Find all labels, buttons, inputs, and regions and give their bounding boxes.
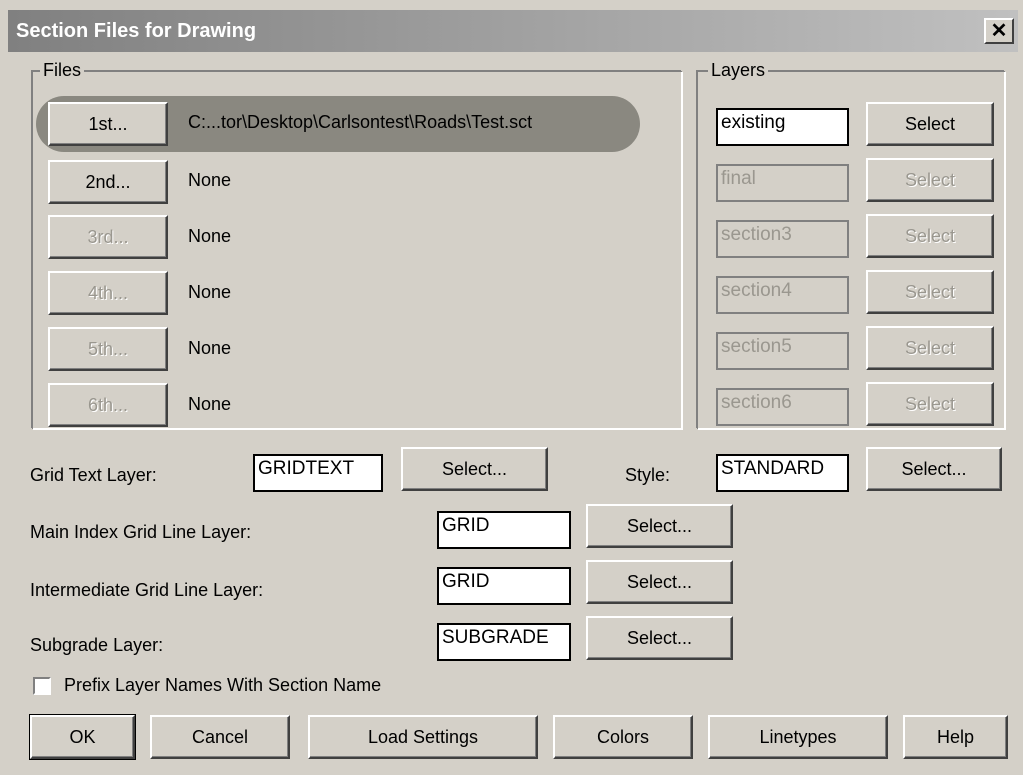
ok-button[interactable]: OK: [29, 714, 136, 760]
help-button[interactable]: Help: [903, 715, 1008, 759]
grid-text-layer-select-button[interactable]: Select...: [401, 447, 548, 491]
style-field[interactable]: STANDARD: [716, 454, 849, 492]
file-5th-path: None: [188, 338, 232, 358]
load-settings-label: Load Settings: [367, 726, 479, 747]
window-title: Section Files for Drawing: [16, 20, 257, 42]
file-1st-button[interactable]: 1st...: [48, 102, 168, 146]
layer-2-field[interactable]: final: [716, 164, 849, 202]
file-3rd-button[interactable]: 3rd...: [48, 215, 168, 259]
prefix-layer-names-checkbox[interactable]: [33, 677, 51, 695]
grid-text-layer-field[interactable]: GRIDTEXT: [253, 454, 383, 492]
title-bar[interactable]: Section Files for Drawing ✕: [8, 10, 1018, 52]
layer-5-select-label: Select: [904, 337, 956, 358]
style-label: Style:: [625, 465, 671, 485]
layer-2-select-label: Select: [904, 169, 956, 190]
file-4th-button-label: 4th...: [87, 282, 129, 303]
cancel-button[interactable]: Cancel: [150, 715, 290, 759]
subgrade-layer-label: Subgrade Layer:: [30, 635, 164, 655]
file-6th-button-label: 6th...: [87, 394, 129, 415]
colors-label: Colors: [596, 726, 649, 747]
linetypes-button[interactable]: Linetypes: [708, 715, 888, 759]
help-label: Help: [936, 726, 975, 747]
close-icon: ✕: [990, 20, 1008, 42]
load-settings-button[interactable]: Load Settings: [308, 715, 538, 759]
style-select-button[interactable]: Select...: [866, 447, 1002, 491]
file-3rd-path: None: [188, 226, 232, 246]
file-2nd-path: None: [188, 170, 232, 190]
intermediate-grid-line-layer-select-button[interactable]: Select...: [586, 560, 733, 604]
intermediate-grid-line-layer-label: Intermediate Grid Line Layer:: [30, 580, 264, 600]
colors-button[interactable]: Colors: [553, 715, 693, 759]
layer-4-select-button[interactable]: Select: [866, 270, 994, 314]
layer-6-field[interactable]: section6: [716, 388, 849, 426]
file-2nd-button[interactable]: 2nd...: [48, 160, 168, 204]
main-index-grid-line-layer-select-button[interactable]: Select...: [586, 504, 733, 548]
layer-5-select-button[interactable]: Select: [866, 326, 994, 370]
layer-1-select-button[interactable]: Select: [866, 102, 994, 146]
prefix-layer-names-label[interactable]: Prefix Layer Names With Section Name: [64, 675, 381, 696]
main-index-select-label: Select...: [626, 515, 693, 536]
file-5th-button[interactable]: 5th...: [48, 327, 168, 371]
file-4th-button[interactable]: 4th...: [48, 271, 168, 315]
layer-5-field[interactable]: section5: [716, 332, 849, 370]
main-index-grid-line-layer-field[interactable]: GRID: [437, 511, 571, 549]
layer-3-select-button[interactable]: Select: [866, 214, 994, 258]
close-button[interactable]: ✕: [984, 18, 1014, 44]
files-legend: Files: [40, 60, 85, 81]
linetypes-label: Linetypes: [759, 726, 837, 747]
file-2nd-button-label: 2nd...: [85, 171, 131, 192]
file-3rd-button-label: 3rd...: [87, 226, 129, 247]
subgrade-layer-field[interactable]: SUBGRADE: [437, 623, 571, 661]
ok-label: OK: [69, 726, 96, 747]
grid-text-layer-select-label: Select...: [441, 458, 508, 479]
layer-1-select-label: Select: [904, 113, 956, 134]
layer-6-select-button[interactable]: Select: [866, 382, 994, 426]
file-6th-path: None: [188, 394, 232, 414]
subgrade-layer-select-button[interactable]: Select...: [586, 616, 733, 660]
intermediate-select-label: Select...: [626, 571, 693, 592]
layer-6-select-label: Select: [904, 393, 956, 414]
file-6th-button[interactable]: 6th...: [48, 383, 168, 427]
layer-3-field[interactable]: section3: [716, 220, 849, 258]
subgrade-select-label: Select...: [626, 627, 693, 648]
file-5th-button-label: 5th...: [87, 338, 129, 359]
layer-3-select-label: Select: [904, 225, 956, 246]
layer-2-select-button[interactable]: Select: [866, 158, 994, 202]
cancel-label: Cancel: [191, 726, 249, 747]
file-4th-path: None: [188, 282, 232, 302]
grid-text-layer-label: Grid Text Layer:: [30, 465, 157, 485]
intermediate-grid-line-layer-field[interactable]: GRID: [437, 567, 571, 605]
layer-1-field[interactable]: existing: [716, 108, 849, 146]
layer-4-field[interactable]: section4: [716, 276, 849, 314]
style-select-label: Select...: [901, 458, 967, 479]
file-1st-button-label: 1st...: [88, 113, 128, 134]
main-index-grid-line-layer-label: Main Index Grid Line Layer:: [30, 522, 252, 542]
dialog-window: Section Files for Drawing ✕ Files 1st...…: [0, 0, 1023, 775]
layer-4-select-label: Select: [904, 281, 956, 302]
layers-legend: Layers: [708, 60, 769, 81]
file-1st-path: C:...tor\Desktop\Carlsontest\Roads\Test.…: [188, 112, 533, 132]
